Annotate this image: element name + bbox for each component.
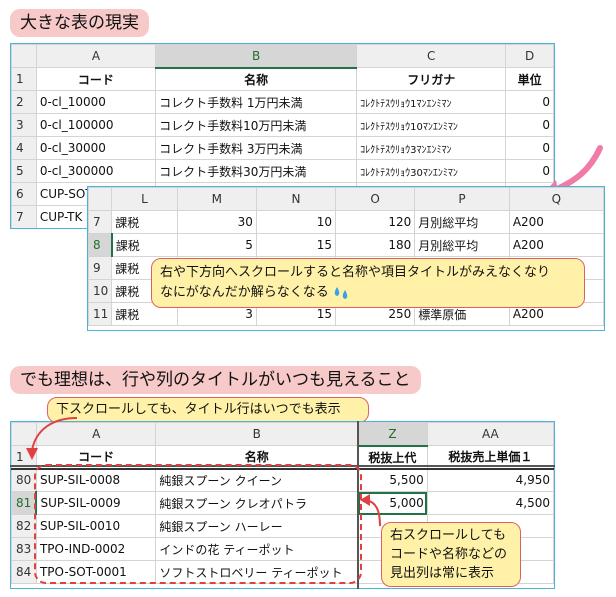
arrow-to-row-header-icon (26, 417, 78, 460)
row-header[interactable]: 8 (88, 233, 113, 257)
cell[interactable]: 4,500 (426, 491, 554, 515)
column-header[interactable]: Z (357, 422, 428, 447)
callout-line: 右スクロールしても (390, 528, 506, 543)
cell[interactable]: 10 (255, 210, 337, 234)
table-row: 7 課税 30 10 120 月別総平均 A200 (88, 210, 604, 234)
cell[interactable]: 課税 (111, 233, 178, 257)
cell[interactable]: 0 (505, 113, 554, 137)
cell[interactable]: A200 (508, 233, 604, 257)
row-header[interactable]: 9 (88, 256, 113, 280)
callout-line: 右や下方向へスクロールすると名称や項目タイトルがみえなくなり (160, 265, 551, 280)
cell[interactable]: 0-cl_100000 (35, 113, 157, 137)
cell[interactable]: 名称 (155, 67, 358, 91)
table-row: 4 0-cl_30000 コレクト手数料 3万円未満 ｺﾚｸﾄﾃｽｳﾘｮｳ3ﾏﾝ… (11, 136, 554, 160)
cell[interactable]: A200 (508, 210, 604, 234)
table-row: 2 0-cl_10000 コレクト手数料 1万円未満 ｺﾚｸﾄﾃｽｳﾘｮｳ1ﾏﾝ… (11, 90, 554, 114)
cell[interactable]: 15 (255, 233, 337, 257)
cell[interactable]: ｺﾚｸﾄﾃｽｳﾘｮｳ1ﾏﾝｴﾝﾐﾏﾝ (356, 90, 507, 114)
cell[interactable]: 0-cl_30000 (35, 136, 157, 160)
column-header[interactable]: N (255, 187, 337, 211)
column-header[interactable]: Q (508, 187, 604, 211)
table-row: 5 0-cl_300000 コレクト手数料30万円未満 ｺﾚｸﾄﾃｽｳﾘｮｳ30… (11, 159, 554, 183)
cell[interactable]: 0-cl_10000 (35, 90, 157, 114)
column-header[interactable]: AA (426, 422, 554, 446)
banner-title-ideal: でも理想は、行や列のタイトルがいつも見えること (10, 366, 421, 394)
callout-title-row-frozen: 下スクロールしても、タイトル行はいつでも表示 (47, 397, 369, 423)
corner-cell[interactable] (11, 44, 37, 68)
row-header[interactable]: 5 (11, 159, 37, 183)
table-row: 3 0-cl_100000 コレクト手数料10万円未満 ｺﾚｸﾄﾃｽｳﾘｮｳ10… (11, 113, 554, 137)
cell[interactable]: コレクト手数料10万円未満 (155, 113, 358, 137)
cell[interactable]: コレクト手数料30万円未満 (155, 159, 358, 183)
column-header[interactable]: B (155, 422, 359, 446)
column-header[interactable]: D (505, 44, 554, 68)
callout-scroll-problem: 右や下方向へスクロールすると名称や項目タイトルがみえなくなり なにがなんだか解ら… (151, 258, 585, 308)
cell[interactable]: フリガナ (356, 67, 507, 91)
cell[interactable]: 4,950 (426, 468, 554, 492)
cell[interactable]: 単位 (505, 67, 554, 91)
cell[interactable]: 0-cl_300000 (35, 159, 157, 183)
row-header[interactable]: 84 (11, 560, 37, 584)
column-header[interactable]: A (35, 44, 157, 68)
column-header[interactable]: B (155, 44, 358, 69)
row-header[interactable]: 81 (11, 491, 38, 515)
frozen-columns-highlight (34, 464, 362, 584)
row-header[interactable]: 4 (11, 136, 37, 160)
row-header[interactable]: 7 (88, 210, 113, 234)
row-header[interactable]: 6 (11, 182, 37, 206)
cell[interactable]: ｺﾚｸﾄﾃｽｳﾘｮｳ30ﾏﾝｴﾝﾐﾏﾝ (356, 159, 507, 183)
callout-columns-frozen: 右スクロールしても コードや名称などの 見出列は常に表示 (381, 522, 521, 587)
table-row: 1 コード 名称 フリガナ 単位 (11, 67, 554, 91)
column-header[interactable]: C (356, 44, 507, 68)
row-header[interactable]: 83 (11, 537, 37, 561)
corner-cell[interactable] (88, 187, 113, 211)
cell[interactable]: 月別総平均 (414, 210, 510, 234)
row-header[interactable]: 7 (11, 205, 37, 228)
row-header[interactable]: 3 (11, 113, 37, 137)
column-header[interactable]: L (111, 187, 178, 211)
table-row: 8 課税 5 15 180 月別総平均 A200 (88, 233, 604, 257)
column-header[interactable]: P (414, 187, 510, 211)
cell[interactable]: 月別総平均 (414, 233, 510, 257)
cell[interactable]: コード (35, 67, 157, 91)
cell[interactable]: コレクト手数料 3万円未満 (155, 136, 358, 160)
cell[interactable]: ｺﾚｸﾄﾃｽｳﾘｮｳ10ﾏﾝｴﾝﾐﾏﾝ (356, 113, 507, 137)
cell[interactable]: 180 (334, 233, 416, 257)
callout-line: なにがなんだか解らなくなる (160, 283, 576, 303)
callout-line: 見出列は常に表示 (390, 566, 495, 581)
cell[interactable]: 120 (334, 210, 416, 234)
row-header[interactable]: 11 (88, 302, 113, 326)
row-header[interactable]: 2 (11, 90, 37, 114)
cell[interactable]: 5 (176, 233, 257, 257)
row-header[interactable]: 82 (11, 514, 37, 538)
row-header[interactable]: 10 (88, 279, 113, 303)
row-header[interactable]: 1 (11, 67, 37, 91)
banner-title-reality: 大きな表の現実 (10, 9, 149, 37)
row-header[interactable]: 80 (11, 468, 37, 492)
sweat-drops-icon (334, 286, 348, 299)
cell[interactable]: 0 (505, 90, 554, 114)
cell[interactable]: 課税 (111, 210, 178, 234)
column-header[interactable]: M (176, 187, 257, 211)
cell[interactable]: 5,500 (357, 468, 428, 492)
cell[interactable]: コレクト手数料 1万円未満 (155, 90, 358, 114)
column-header[interactable]: O (334, 187, 416, 211)
cell[interactable]: ｺﾚｸﾄﾃｽｳﾘｮｳ3ﾏﾝｴﾝﾐﾏﾝ (356, 136, 507, 160)
callout-line: コードや名称などの (390, 547, 508, 562)
cell[interactable]: 30 (176, 210, 257, 234)
